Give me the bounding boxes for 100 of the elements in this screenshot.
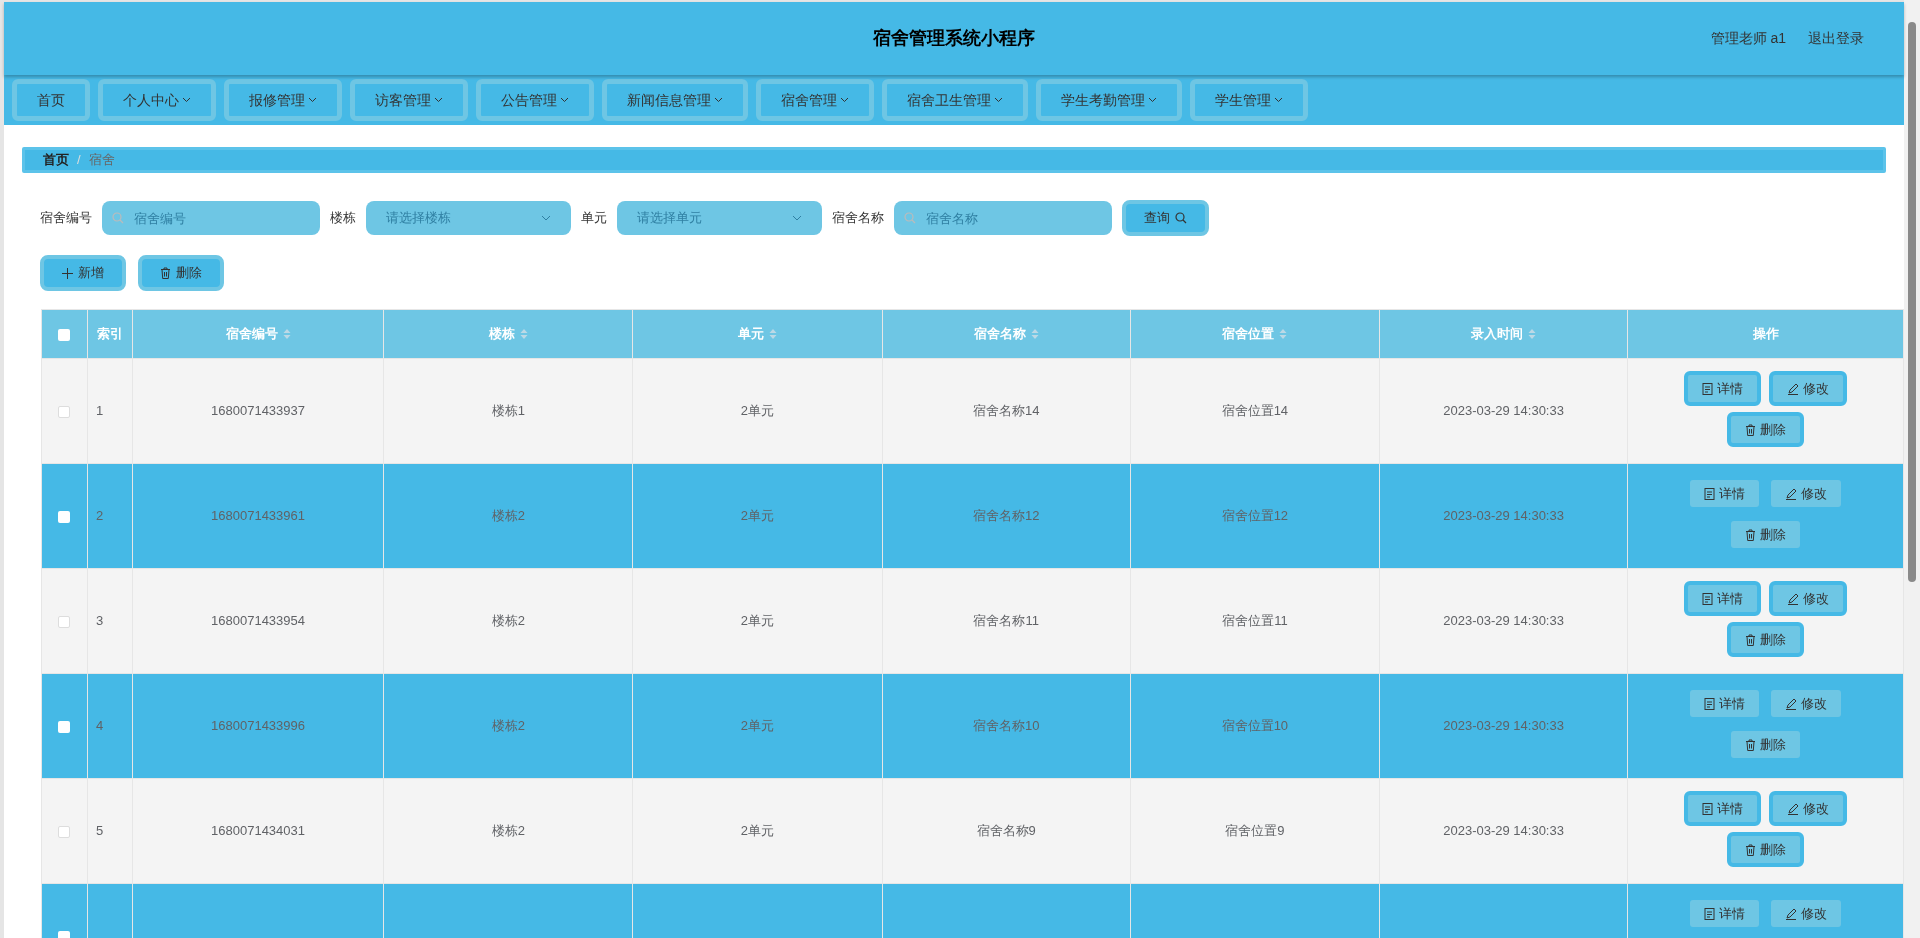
- filter-label: 宿舍编号: [40, 209, 92, 228]
- table-cell: 楼栋2: [491, 508, 525, 524]
- edit-button[interactable]: 修改: [1769, 581, 1848, 616]
- sort-icon[interactable]: [282, 328, 291, 340]
- sort-icon[interactable]: [519, 328, 528, 340]
- detail-button[interactable]: 详情: [1690, 690, 1760, 717]
- delete-button[interactable]: 删除: [1727, 832, 1805, 867]
- table-cell: 宿舍名称12: [972, 508, 1040, 524]
- edit-button[interactable]: 修改: [1769, 791, 1848, 826]
- nav-menu-item[interactable]: 宿舍管理: [756, 79, 874, 121]
- table-cell: 2单元: [740, 823, 775, 839]
- table-cell: 5: [95, 823, 104, 839]
- chevron-down-icon: [792, 215, 802, 221]
- row-checkbox[interactable]: [58, 510, 71, 523]
- query-button[interactable]: 查询: [1122, 200, 1209, 236]
- table-cell: 2单元: [740, 718, 775, 734]
- nav-menu-item[interactable]: 报修管理: [224, 79, 342, 121]
- filter-label: 楼栋: [330, 209, 356, 228]
- chevron-down-icon: [840, 97, 849, 103]
- detail-button[interactable]: 详情: [1684, 371, 1762, 406]
- edit-button[interactable]: 修改: [1769, 371, 1848, 406]
- search-icon: [112, 212, 124, 224]
- table-cell: 宿舍位置11: [1222, 613, 1288, 629]
- chevron-down-icon: [714, 97, 723, 103]
- table-cell: 宿舍名称11: [973, 613, 1039, 629]
- document-icon: [1704, 487, 1716, 500]
- filter-label: 单元: [581, 209, 607, 228]
- trash-icon: [160, 267, 171, 279]
- table-cell: 3: [95, 613, 104, 629]
- pencil-icon: [1787, 802, 1800, 815]
- table-cell: 宿舍位置14: [1221, 403, 1289, 419]
- table-cell: 宿舍位置12: [1221, 508, 1289, 524]
- nav-menu-item[interactable]: 公告管理: [476, 79, 594, 121]
- table-cell: 1680071433996: [211, 718, 305, 734]
- chevron-down-icon: [1274, 97, 1283, 103]
- scrollbar[interactable]: [1904, 0, 1920, 938]
- chevron-down-icon: [1148, 97, 1157, 103]
- chevron-down-icon: [541, 215, 551, 221]
- table-cell: 2单元: [740, 403, 775, 419]
- trash-icon: [1745, 423, 1757, 436]
- select-all-checkbox[interactable]: [58, 328, 71, 341]
- document-icon: [1704, 697, 1716, 710]
- delete-button[interactable]: 删除: [1727, 412, 1805, 447]
- delete-button[interactable]: 删除: [1731, 521, 1801, 548]
- detail-button[interactable]: 详情: [1684, 581, 1762, 616]
- search-field[interactable]: 宿舍编号: [102, 201, 320, 235]
- pencil-icon: [1787, 382, 1800, 395]
- detail-button[interactable]: 详情: [1684, 791, 1762, 826]
- table-cell: 1680071433961: [211, 508, 305, 524]
- table-cell: 1680071434031: [211, 823, 305, 839]
- edit-button[interactable]: 修改: [1771, 480, 1842, 507]
- sort-icon[interactable]: [768, 328, 777, 340]
- edit-button[interactable]: 修改: [1771, 690, 1842, 717]
- logout-link[interactable]: 退出登录: [1808, 28, 1864, 49]
- table-cell: 宿舍名称9: [976, 823, 1036, 839]
- row-checkbox[interactable]: [58, 825, 71, 838]
- search-field[interactable]: 宿舍名称: [894, 201, 1112, 235]
- add-button[interactable]: 新增: [40, 255, 126, 291]
- table-cell: 2单元: [740, 613, 775, 629]
- breadcrumb-separator: /: [77, 151, 81, 170]
- breadcrumb-link[interactable]: 首页: [43, 150, 69, 170]
- document-icon: [1702, 802, 1714, 815]
- sort-icon[interactable]: [1528, 328, 1537, 340]
- row-checkbox[interactable]: [58, 615, 71, 628]
- table-cell: 2: [95, 508, 104, 524]
- table-cell: 1680071433954: [211, 613, 305, 629]
- nav-menu-item[interactable]: 访客管理: [350, 79, 468, 121]
- table-cell: 2023-03-29 14:30:33: [1443, 508, 1564, 524]
- nav-menu-item[interactable]: 学生考勤管理: [1036, 79, 1182, 121]
- table-cell: 楼栋2: [491, 823, 525, 839]
- table-cell: 楼栋2: [491, 613, 525, 629]
- nav-menu-item[interactable]: 首页: [12, 79, 90, 121]
- delete-button[interactable]: 删除: [138, 255, 224, 291]
- nav-menu-item[interactable]: 新闻信息管理: [602, 79, 748, 121]
- pencil-icon: [1785, 487, 1798, 500]
- edit-button[interactable]: 修改: [1771, 900, 1842, 927]
- table-cell: 2023-03-29 14:30:33: [1443, 613, 1564, 629]
- chevron-down-icon: [994, 97, 1003, 103]
- nav-menu-item[interactable]: 学生管理: [1190, 79, 1308, 121]
- column-header: 索引: [96, 325, 123, 344]
- delete-button[interactable]: 删除: [1727, 622, 1805, 657]
- table-cell: 宿舍名称14: [972, 403, 1040, 419]
- chevron-down-icon: [560, 97, 569, 103]
- column-header: 操作: [1752, 325, 1779, 344]
- chevron-down-icon: [434, 97, 443, 103]
- row-checkbox[interactable]: [58, 720, 71, 733]
- pencil-icon: [1785, 697, 1798, 710]
- delete-button[interactable]: 删除: [1731, 731, 1801, 758]
- detail-button[interactable]: 详情: [1690, 900, 1760, 927]
- pencil-icon: [1785, 907, 1798, 920]
- app-title: 宿舍管理系统小程序: [873, 27, 1035, 50]
- detail-button[interactable]: 详情: [1690, 480, 1760, 507]
- row-checkbox[interactable]: [58, 405, 71, 418]
- nav-menu-item[interactable]: 宿舍卫生管理: [882, 79, 1028, 121]
- nav-menu-item[interactable]: 个人中心: [98, 79, 216, 121]
- sort-icon[interactable]: [1279, 328, 1288, 340]
- search-icon: [1175, 212, 1187, 224]
- sort-icon[interactable]: [1030, 328, 1039, 340]
- table-cell: 楼栋1: [491, 403, 525, 419]
- plus-icon: [62, 267, 73, 279]
